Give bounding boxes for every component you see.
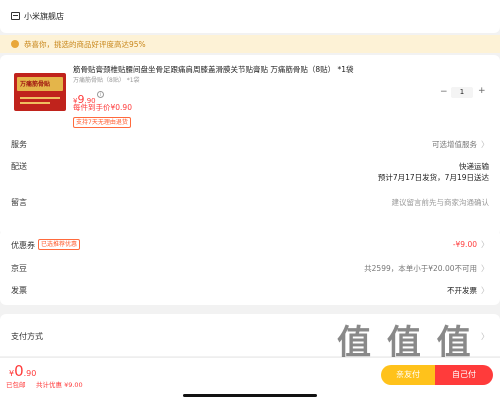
store-name[interactable]: 小米旗舰店 — [24, 11, 64, 22]
product-thumbnail[interactable]: 万痛筋骨贴 — [14, 73, 66, 111]
service-value-text: 可选增值服务 — [432, 140, 477, 149]
shipping-text: 已包邮 — [6, 381, 26, 389]
message-label: 留言 — [11, 198, 27, 207]
delivery-method[interactable]: 快递运输 — [459, 161, 489, 172]
price-note: 每件到手价¥0.90 — [73, 103, 132, 112]
service-label: 服务 — [11, 140, 27, 149]
coupon-label: 优惠券 — [11, 241, 35, 250]
notice-text: 恭喜你，挑选的商品好评度高达95% — [24, 40, 146, 49]
notice-bar: 恭喜你，挑选的商品好评度高达95% — [0, 35, 500, 53]
service-value[interactable]: 可选增值服务〉 — [432, 139, 489, 150]
invoice-value[interactable]: 不开发票〉 — [447, 285, 489, 296]
plus-button[interactable]: + — [478, 86, 486, 96]
delivery-eta: 预计7月17日发货，7月19日送达 — [377, 173, 489, 182]
chevron-right-icon: 〉 — [481, 286, 489, 295]
return-badge: 支持7天无理由退货 — [73, 117, 131, 128]
total-price: ¥0.90 — [9, 361, 36, 380]
chevron-right-icon: 〉 — [481, 332, 489, 341]
delivery-label: 配送 — [11, 162, 27, 171]
discount-text: 共计优惠 ¥9.00 — [36, 381, 83, 389]
payment-label: 支付方式 — [11, 332, 43, 341]
total-decimal: .90 — [23, 369, 37, 378]
quantity-stepper: − 1 + — [440, 86, 490, 99]
store-card: 小米旗舰店 — [0, 0, 500, 33]
jingdou-label: 京豆 — [11, 264, 27, 273]
jingdou-text: 共2599，本单小于¥20.00不可用 — [364, 264, 477, 273]
payment-chevron[interactable]: 〉 — [477, 331, 489, 342]
coupon-amount: -¥9.00 — [452, 240, 477, 249]
chevron-right-icon: 〉 — [481, 240, 489, 249]
coupon-tag: 已选推荐优惠 — [38, 239, 81, 250]
jingdou-value[interactable]: 共2599，本单小于¥20.00不可用〉 — [364, 263, 489, 274]
minus-button[interactable]: − — [440, 87, 448, 97]
discount-card: 优惠券 已选推荐优惠 -¥9.00 〉 京豆 共2599，本单小于¥20.00不可… — [0, 229, 500, 305]
message-input[interactable]: 建议留言前先与商家沟通确认 — [392, 197, 490, 208]
home-indicator — [183, 394, 317, 397]
invoice-label: 发票 — [11, 286, 27, 295]
footer-bar: ¥0.90 已包邮 共计优惠 ¥9.00 亲友付 自己付 — [0, 357, 500, 400]
coupon-value[interactable]: -¥9.00 〉 — [453, 239, 489, 250]
friend-pay-button[interactable]: 亲友付 — [381, 365, 435, 385]
trophy-icon — [11, 40, 19, 48]
product-title[interactable]: 筋骨贴膏颈椎贴腰间盘坐骨足跟痛肩周膝盖滑膜关节贴膏贴 万痛筋骨贴（8贴） *1袋 — [73, 64, 373, 75]
chevron-right-icon: 〉 — [481, 140, 489, 149]
info-icon[interactable]: i — [97, 91, 104, 98]
quantity-field[interactable]: 1 — [451, 87, 473, 98]
product-spec: 万痛筋骨贴（8贴） *1袋 — [73, 77, 140, 84]
invoice-text: 不开发票 — [447, 286, 477, 295]
store-icon — [11, 12, 20, 20]
total-int: 0 — [14, 362, 24, 380]
self-pay-button[interactable]: 自己付 — [435, 365, 493, 385]
product-card: 万痛筋骨贴 筋骨贴膏颈椎贴腰间盘坐骨足跟痛肩周膝盖滑膜关节贴膏贴 万痛筋骨贴（8… — [0, 55, 500, 236]
thumbnail-text: 万痛筋骨贴 — [20, 81, 51, 88]
payment-card[interactable]: 支付方式 〉 — [0, 314, 500, 356]
chevron-right-icon: 〉 — [481, 264, 489, 273]
